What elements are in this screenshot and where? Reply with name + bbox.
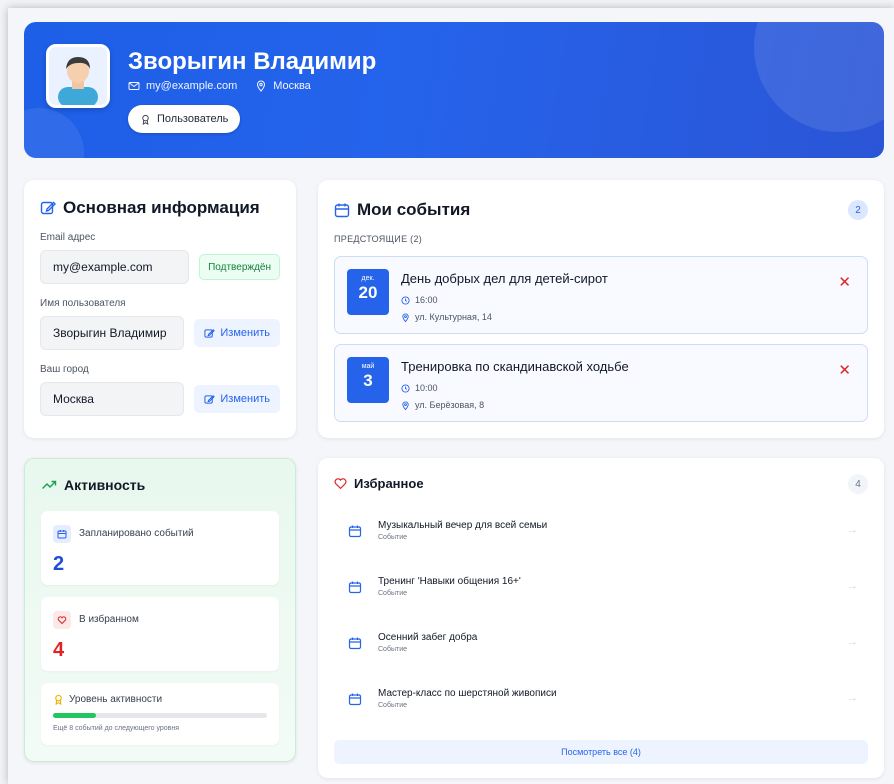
heart-icon bbox=[53, 611, 71, 629]
event-time: 16:00 bbox=[401, 295, 438, 305]
avatar[interactable] bbox=[46, 44, 110, 108]
activity-progress-fill bbox=[53, 713, 96, 718]
profile-email: my@example.com bbox=[146, 80, 238, 92]
favorite-item[interactable]: Мастер-класс по шерстяной живописи Событ… bbox=[334, 684, 868, 724]
email-verified-badge: Подтверждён bbox=[199, 254, 280, 280]
my-events-card: Мои события 2 ПРЕДСТОЯЩИЕ (2) дек. 20 Де… bbox=[318, 180, 884, 438]
arrow-right-icon: → bbox=[847, 524, 858, 536]
calendar-icon bbox=[53, 525, 71, 543]
activity-level-hint: Ещё 8 событий до следующего уровня bbox=[53, 725, 180, 732]
city-label: Ваш город bbox=[40, 364, 89, 375]
activity-title: Активность bbox=[41, 477, 279, 493]
profile-header: Зворыгин Владимир my@example.com Москва … bbox=[24, 22, 884, 158]
decor-circle bbox=[24, 108, 84, 158]
city-field[interactable]: Москва bbox=[40, 382, 185, 416]
mail-icon bbox=[128, 82, 140, 90]
heart-icon bbox=[334, 478, 347, 490]
calendar-icon bbox=[348, 581, 362, 594]
activity-card: Активность Запланировано событий 2 В изб… bbox=[24, 458, 296, 762]
see-all-favorites-button[interactable]: Посмотреть все (4) bbox=[334, 740, 868, 764]
award-icon bbox=[55, 694, 62, 705]
event-date: май 3 bbox=[347, 357, 389, 403]
clock-icon bbox=[401, 383, 410, 393]
event-place: ул. Берёзовая, 8 bbox=[401, 400, 484, 410]
calendar-icon bbox=[334, 203, 350, 218]
trending-up-icon bbox=[42, 480, 57, 489]
calendar-icon bbox=[348, 525, 362, 538]
decor-circle bbox=[754, 22, 884, 132]
remove-event-button[interactable]: ✕ bbox=[838, 273, 851, 291]
location-icon bbox=[402, 401, 409, 410]
arrow-right-icon: → bbox=[847, 580, 858, 592]
event-item[interactable]: дек. 20 День добрых дел для детей-сирот … bbox=[334, 256, 868, 334]
calendar-icon bbox=[348, 693, 362, 706]
page-frame: Зворыгин Владимир my@example.com Москва … bbox=[8, 8, 894, 784]
favorites-value: 4 bbox=[53, 639, 65, 661]
profile-meta: my@example.com Москва bbox=[128, 80, 311, 92]
activity-progress-bar bbox=[53, 713, 267, 718]
basic-info-card: Основная информация Email адрес my@examp… bbox=[24, 180, 296, 438]
location-icon bbox=[402, 313, 409, 322]
event-date: дек. 20 bbox=[347, 269, 389, 315]
favorites-card: Избранное 4 Музыкальный вечер для всей с… bbox=[318, 458, 884, 778]
edit-city-button[interactable]: Изменить bbox=[194, 385, 280, 413]
arrow-right-icon: → bbox=[847, 692, 858, 704]
events-count-badge: 2 bbox=[848, 200, 868, 220]
role-badge[interactable]: Пользователь bbox=[128, 105, 241, 133]
event-place: ул. Культурная, 14 bbox=[401, 312, 492, 322]
edit-icon bbox=[204, 328, 216, 338]
basic-info-title: Основная информация bbox=[40, 198, 280, 218]
event-time: 10:00 bbox=[401, 383, 438, 393]
award-icon bbox=[142, 114, 149, 125]
edit-icon bbox=[40, 201, 56, 215]
clock-icon bbox=[401, 295, 410, 305]
event-title: День добрых дел для детей-сирот bbox=[401, 271, 608, 286]
profile-city: Москва bbox=[273, 80, 311, 92]
profile-name: Зворыгин Владимир bbox=[128, 48, 377, 75]
edit-username-button[interactable]: Изменить bbox=[194, 319, 280, 347]
arrow-right-icon: → bbox=[847, 636, 858, 648]
event-item[interactable]: май 3 Тренировка по скандинавской ходьбе… bbox=[334, 344, 868, 422]
upcoming-label: ПРЕДСТОЯЩИЕ (2) bbox=[334, 234, 423, 244]
favorites-title: Избранное bbox=[334, 476, 868, 491]
username-field[interactable]: Зворыгин Владимир bbox=[40, 316, 185, 350]
favorite-item[interactable]: Осенний забег добра Событие → bbox=[334, 628, 868, 668]
my-events-title: Мои события bbox=[334, 200, 868, 220]
favorite-item[interactable]: Музыкальный вечер для всей семьи Событие… bbox=[334, 516, 868, 556]
remove-event-button[interactable]: ✕ bbox=[838, 361, 851, 379]
planned-events-value: 2 bbox=[53, 553, 65, 575]
email-label: Email адрес bbox=[40, 232, 96, 243]
role-label: Пользователь bbox=[157, 113, 229, 125]
email-field[interactable]: my@example.com bbox=[40, 250, 190, 284]
location-icon bbox=[257, 80, 266, 92]
user-avatar-icon bbox=[58, 57, 98, 105]
favorite-item[interactable]: Тренинг 'Навыки общения 16+' Событие → bbox=[334, 572, 868, 612]
favorites-count-badge: 4 bbox=[848, 474, 868, 494]
calendar-icon bbox=[348, 637, 362, 650]
event-title: Тренировка по скандинавской ходьбе bbox=[401, 359, 629, 374]
edit-icon bbox=[204, 394, 216, 404]
activity-level: Уровень активности Ещё 8 событий до след… bbox=[41, 683, 279, 745]
planned-events-stat: Запланировано событий 2 bbox=[41, 511, 279, 585]
username-label: Имя пользователя bbox=[40, 298, 126, 309]
favorites-stat: В избранном 4 bbox=[41, 597, 279, 671]
